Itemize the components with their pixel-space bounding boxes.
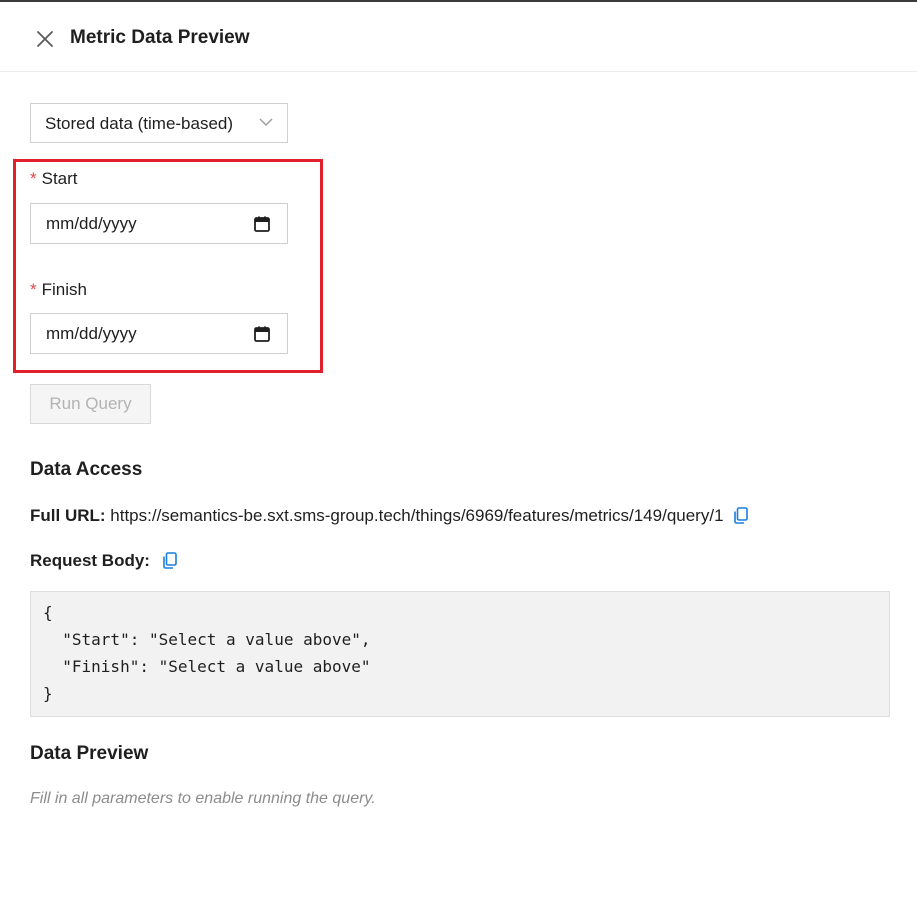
start-label: * Start [30,169,78,189]
finish-label-text: Finish [41,280,87,299]
data-source-select-value: Stored data (time-based) [45,114,234,133]
code-line: "Finish": "Select a value above" [43,657,371,676]
finish-date-input[interactable]: mm/dd/yyyy [30,313,288,354]
finish-label: * Finish [30,280,87,300]
full-url-label: Full URL: [30,506,106,525]
page-title: Metric Data Preview [70,27,250,48]
data-access-title: Data Access [30,459,143,480]
close-button[interactable] [32,26,58,52]
code-line: "Start": "Select a value above", [43,630,371,649]
data-preview-hint: Fill in all parameters to enable running… [30,790,376,807]
finish-date-value: mm/dd/yyyy [46,324,137,343]
code-line: { [43,603,53,622]
required-marker: * [30,280,37,299]
request-body-row: Request Body: [30,551,177,571]
close-icon [37,31,53,47]
panel-header: Metric Data Preview [0,2,917,72]
request-body-code: { "Start": "Select a value above", "Fini… [30,591,890,717]
full-url-value: https://semantics-be.sxt.sms-group.tech/… [110,506,724,525]
calendar-icon[interactable] [254,216,270,232]
chevron-down-icon [259,118,273,126]
required-marker: * [30,169,37,188]
data-preview-title: Data Preview [30,743,149,764]
code-line: } [43,684,53,703]
start-label-text: Start [41,169,78,188]
start-date-value: mm/dd/yyyy [46,214,137,233]
copy-icon[interactable] [734,507,749,524]
copy-icon[interactable] [162,552,177,569]
request-body-label: Request Body: [30,551,150,570]
start-date-input[interactable]: mm/dd/yyyy [30,203,288,244]
full-url-row: Full URL: https://semantics-be.sxt.sms-g… [30,506,749,526]
calendar-icon[interactable] [254,326,270,342]
run-query-button[interactable]: Run Query [30,384,151,424]
data-source-select[interactable]: Stored data (time-based) [30,103,288,143]
